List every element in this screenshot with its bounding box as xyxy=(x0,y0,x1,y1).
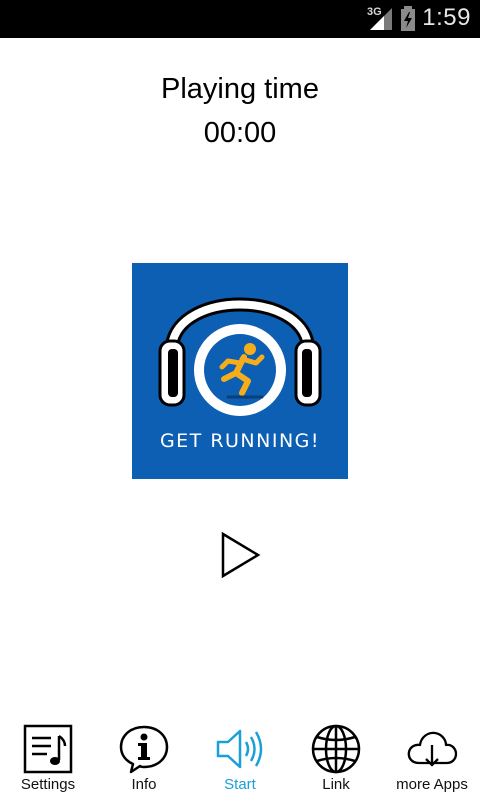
nav-start[interactable]: Start xyxy=(192,720,288,800)
bottom-navigation: Settings Info Start Link more Apps xyxy=(0,720,480,800)
status-time: 1:59 xyxy=(422,4,471,31)
cover-caption: GET RUNNING! xyxy=(159,430,321,452)
play-button[interactable] xyxy=(218,531,262,579)
nav-settings[interactable]: Settings xyxy=(0,720,96,800)
nav-info[interactable]: Info xyxy=(96,720,192,800)
nav-more-apps-label: more Apps xyxy=(396,776,468,793)
playing-time-value: 00:00 xyxy=(203,117,277,149)
playing-time-label: Playing time xyxy=(161,73,319,105)
nav-link[interactable]: Link xyxy=(288,720,384,800)
nav-link-label: Link xyxy=(322,776,350,793)
nav-settings-label: Settings xyxy=(20,776,76,793)
info-icon xyxy=(96,723,192,775)
speaker-icon xyxy=(192,723,288,775)
status-bar: 3G 1:59 xyxy=(0,0,480,38)
nav-start-label: Start xyxy=(224,776,256,793)
battery-charging-icon xyxy=(401,6,415,31)
network-type: 3G xyxy=(367,6,382,18)
music-list-icon xyxy=(0,723,96,775)
nav-info-label: Info xyxy=(131,776,157,793)
nav-more-apps[interactable]: more Apps xyxy=(384,720,480,800)
globe-icon xyxy=(288,723,384,775)
album-cover: GET RUNNING! xyxy=(132,263,348,479)
cloud-download-icon xyxy=(384,723,480,775)
